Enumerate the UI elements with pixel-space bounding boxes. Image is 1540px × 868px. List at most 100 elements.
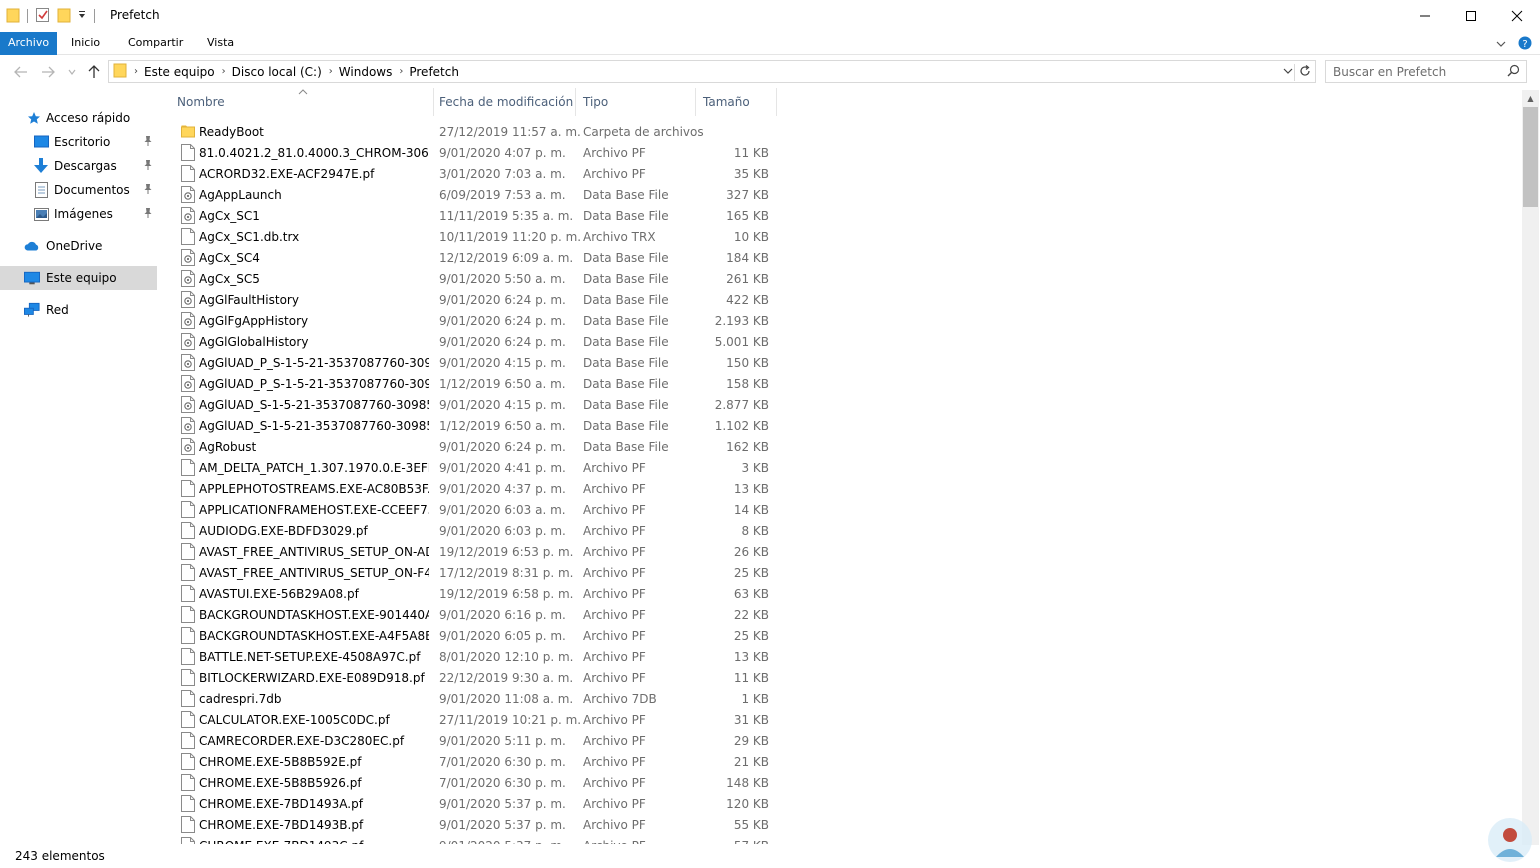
file-row[interactable]: BATTLE.NET-SETUP.EXE-4508A97C.pf 8/01/202… (170, 646, 790, 667)
tab-inicio[interactable]: Inicio (63, 32, 108, 55)
close-button[interactable] (1494, 0, 1540, 32)
file-row[interactable]: AM_DELTA_PATCH_1.307.1970.0.E-3EFE74... 9… (170, 457, 790, 478)
nav-onedrive[interactable]: OneDrive (0, 234, 157, 258)
file-row[interactable]: CAMRECORDER.EXE-D3C280EC.pf 9/01/2020 5:1… (170, 730, 790, 751)
file-row[interactable]: AgCx_SC5 9/01/2020 5:50 a. m. Data Base Fi… (170, 268, 790, 289)
file-icon (181, 543, 195, 560)
refresh-icon[interactable] (1294, 64, 1311, 81)
file-date: 9/01/2020 6:03 p. m. (439, 524, 566, 538)
scrollbar-thumb[interactable] (1523, 107, 1538, 207)
file-row[interactable]: AgGlUAD_P_S-1-5-21-3537087760-30985... 9/… (170, 352, 790, 373)
network-icon (24, 302, 40, 318)
file-row[interactable]: AgCx_SC1 11/11/2019 5:35 a. m. Data Base F… (170, 205, 790, 226)
file-row[interactable]: APPLICATIONFRAMEHOST.EXE-CCEEF75... 9/01/… (170, 499, 790, 520)
file-type: Archivo PF (583, 167, 646, 181)
file-name: APPLEPHOTOSTREAMS.EXE-AC80B53F.pf (199, 482, 429, 496)
file-row[interactable]: AUDIODG.EXE-BDFD3029.pf 9/01/2020 6:03 p.… (170, 520, 790, 541)
customize-toolbar-icon[interactable] (77, 9, 87, 23)
expand-ribbon-icon[interactable] (1496, 38, 1506, 52)
file-row[interactable]: AVAST_FREE_ANTIVIRUS_SETUP_ON-AD2... 19/1… (170, 541, 790, 562)
column-header-type[interactable]: Tipo (576, 88, 696, 116)
file-row[interactable]: AgGlUAD_S-1-5-21-3537087760-3098591... 1/… (170, 415, 790, 436)
file-type: Archivo TRX (583, 230, 656, 244)
file-row[interactable]: BITLOCKERWIZARD.EXE-E089D918.pf 22/12/201… (170, 667, 790, 688)
properties-check-icon[interactable] (35, 7, 51, 26)
search-box[interactable] (1325, 60, 1527, 83)
file-row[interactable]: AVASTUI.EXE-56B29A08.pf 19/12/2019 6:58 p… (170, 583, 790, 604)
file-size: 10 KB (733, 230, 769, 244)
chevron-right-icon[interactable]: › (222, 66, 226, 77)
breadcrumb-este-equipo[interactable]: Este equipo (144, 65, 215, 79)
recent-locations-button[interactable] (64, 64, 80, 80)
minimize-button[interactable] (1402, 0, 1448, 32)
file-row[interactable]: CHROME.EXE-5B8B5926.pf 7/01/2020 6:30 p. … (170, 772, 790, 793)
nav-acceso-rapido[interactable]: Acceso rápido (0, 106, 157, 130)
nav-documentos[interactable]: Documentos (0, 178, 157, 202)
file-size: 13 KB (733, 482, 769, 496)
file-row[interactable]: AgGlFaultHistory 9/01/2020 6:24 p. m. Data… (170, 289, 790, 310)
breadcrumb-disco-local[interactable]: Disco local (C:) (232, 65, 322, 79)
address-box[interactable]: › Este equipo › Disco local (C:) › Windo… (108, 60, 1316, 83)
breadcrumb-prefetch[interactable]: Prefetch (409, 65, 459, 79)
tab-archivo[interactable]: Archivo (0, 32, 57, 55)
column-header-size[interactable]: Tamaño (696, 88, 777, 116)
file-row[interactable]: AVAST_FREE_ANTIVIRUS_SETUP_ON-F43C... 17/… (170, 562, 790, 583)
pin-icon[interactable] (143, 207, 153, 222)
file-date: 9/01/2020 6:05 p. m. (439, 629, 566, 643)
file-row[interactable]: ACRORD32.EXE-ACF2947E.pf 3/01/2020 7:03 a… (170, 163, 790, 184)
file-row[interactable]: CHROME.EXE-5B8B592E.pf 7/01/2020 6:30 p. … (170, 751, 790, 772)
column-header-date[interactable]: Fecha de modificación (432, 88, 576, 116)
file-type: Archivo 7DB (583, 692, 657, 706)
tab-vista[interactable]: Vista (199, 32, 242, 55)
new-folder-icon[interactable] (57, 7, 71, 26)
database-file-icon (181, 291, 195, 308)
file-name: AgCx_SC1.db.trx (199, 230, 300, 244)
address-history-dropdown-icon[interactable] (1283, 64, 1293, 81)
file-row[interactable]: CHROME.EXE-7BD1493C.pf 9/01/2020 5:37 p. … (170, 835, 790, 844)
file-row[interactable]: AgGlUAD_P_S-1-5-21-3537087760-30985... 1/… (170, 373, 790, 394)
vertical-scrollbar[interactable]: ▲ (1522, 90, 1539, 845)
back-button[interactable] (13, 64, 29, 80)
search-input[interactable] (1333, 62, 1503, 82)
chevron-right-icon[interactable]: › (329, 66, 333, 77)
file-row[interactable]: BACKGROUNDTASKHOST.EXE-A4F5A8B5.... 9/01/… (170, 625, 790, 646)
up-button[interactable] (86, 64, 102, 80)
maximize-button[interactable] (1448, 0, 1494, 32)
nav-escritorio[interactable]: Escritorio (0, 130, 157, 154)
file-row[interactable]: cadrespri.7db 9/01/2020 11:08 a. m. Archiv… (170, 688, 790, 709)
nav-este-equipo[interactable]: Este equipo (0, 266, 157, 290)
tab-compartir[interactable]: Compartir (120, 32, 191, 55)
file-row[interactable]: CHROME.EXE-7BD1493B.pf 9/01/2020 5:37 p. … (170, 814, 790, 835)
pin-icon[interactable] (143, 135, 153, 150)
nav-imagenes[interactable]: Imágenes (0, 202, 157, 226)
chevron-right-icon[interactable]: › (134, 66, 138, 77)
file-row[interactable]: APPLEPHOTOSTREAMS.EXE-AC80B53F.pf 9/01/20… (170, 478, 790, 499)
file-row[interactable]: ReadyBoot 27/12/2019 11:57 a. m. Carpeta d… (170, 121, 790, 142)
file-row[interactable]: CALCULATOR.EXE-1005C0DC.pf 27/11/2019 10:… (170, 709, 790, 730)
file-row[interactable]: BACKGROUNDTASKHOST.EXE-901440A8.pf 9/01/2… (170, 604, 790, 625)
search-icon[interactable] (1507, 64, 1520, 80)
file-date: 3/01/2020 7:03 a. m. (439, 167, 566, 181)
folder-icon[interactable] (6, 7, 20, 26)
file-row[interactable]: AgGlFgAppHistory 9/01/2020 6:24 p. m. Data… (170, 310, 790, 331)
help-icon[interactable]: ? (1518, 36, 1532, 53)
star-icon (26, 110, 42, 126)
file-row[interactable]: AgRobust 9/01/2020 6:24 p. m. Data Base Fi… (170, 436, 790, 457)
file-row[interactable]: AgCx_SC4 12/12/2019 6:09 a. m. Data Base F… (170, 247, 790, 268)
nav-descargas[interactable]: Descargas (0, 154, 157, 178)
file-row[interactable]: AgCx_SC1.db.trx 10/11/2019 11:20 p. m. Arc… (170, 226, 790, 247)
pin-icon[interactable] (143, 183, 153, 198)
scroll-up-icon[interactable]: ▲ (1522, 90, 1539, 107)
file-row[interactable]: AgGlGlobalHistory 9/01/2020 6:24 p. m. Dat… (170, 331, 790, 352)
file-row[interactable]: 81.0.4021.2_81.0.4000.3_CHROM-3060EFE...… (170, 142, 790, 163)
database-file-icon (181, 396, 195, 413)
forward-button[interactable] (40, 64, 56, 80)
file-row[interactable]: CHROME.EXE-7BD1493A.pf 9/01/2020 5:37 p. … (170, 793, 790, 814)
breadcrumb-windows[interactable]: Windows (339, 65, 393, 79)
file-row[interactable]: AgGlUAD_S-1-5-21-3537087760-3098591... 9/… (170, 394, 790, 415)
nav-red[interactable]: Red (0, 298, 157, 322)
file-row[interactable]: AgAppLaunch 6/09/2019 7:53 a. m. Data Base… (170, 184, 790, 205)
file-icon (181, 144, 195, 161)
pin-icon[interactable] (143, 159, 153, 174)
chevron-right-icon[interactable]: › (399, 66, 403, 77)
